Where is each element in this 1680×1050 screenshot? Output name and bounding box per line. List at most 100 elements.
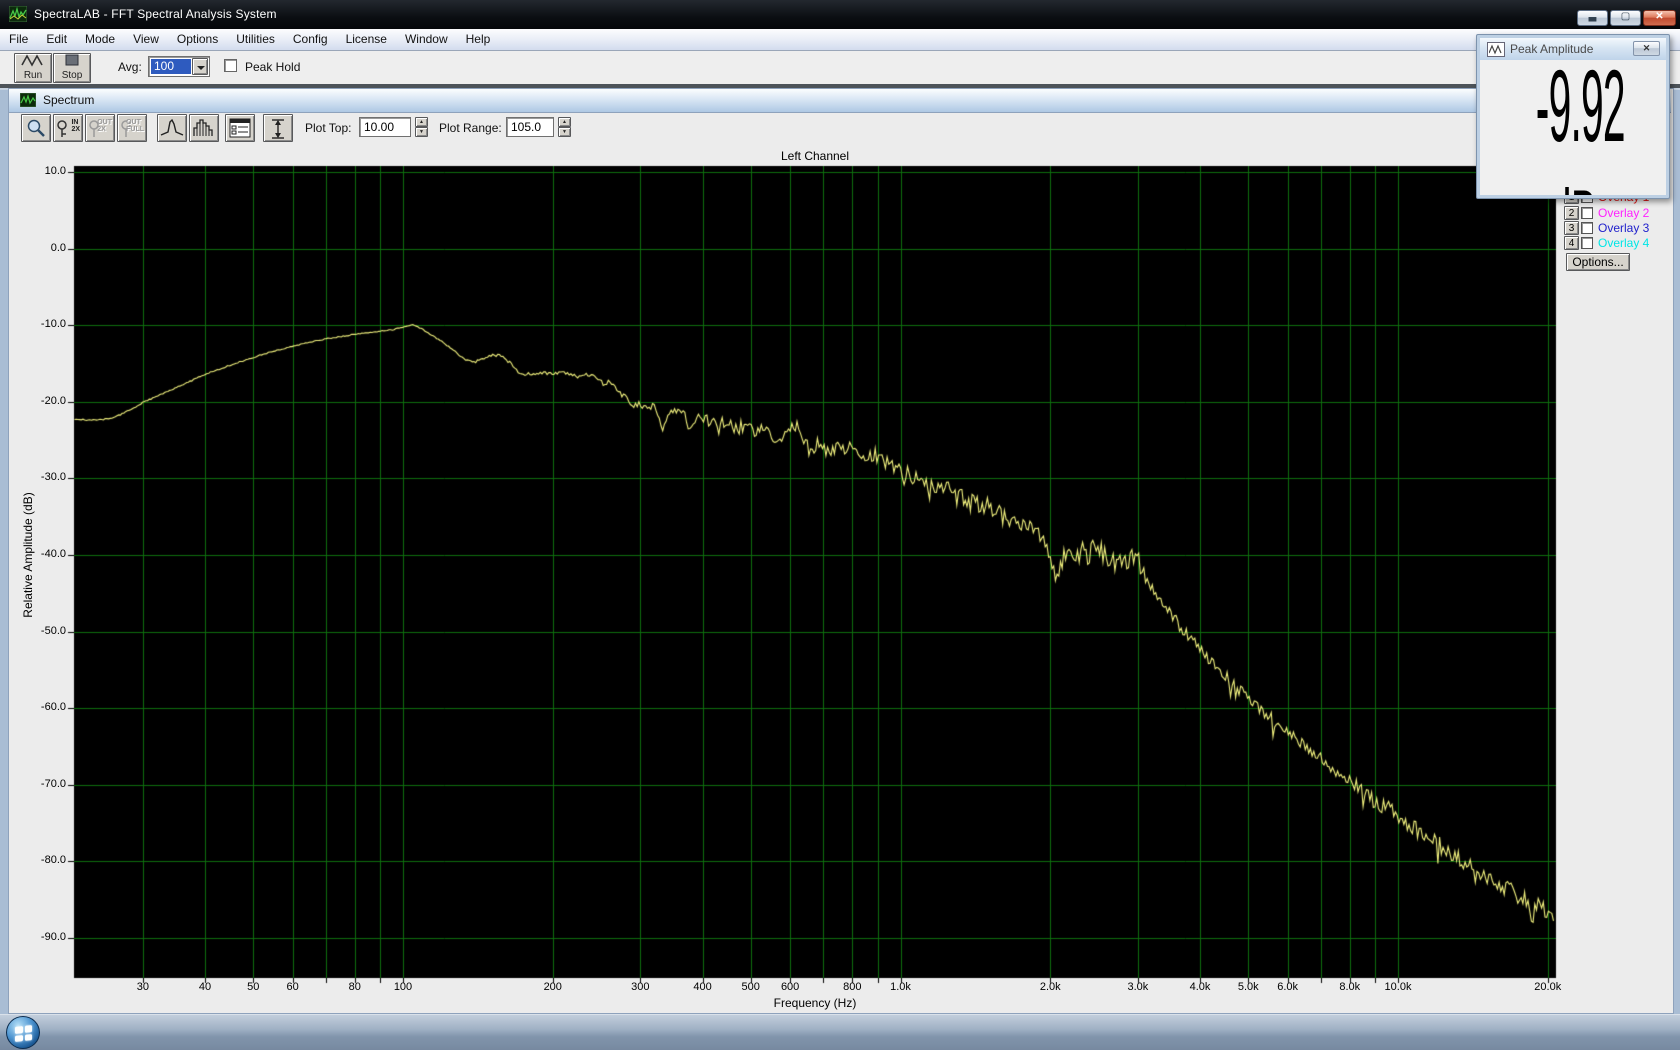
spectrum-window-icon bbox=[19, 92, 37, 108]
plot-top-label: Plot Top: bbox=[305, 121, 352, 135]
zoom-out-2x-button[interactable]: OUT 2X bbox=[85, 114, 115, 142]
avg-combobox[interactable]: 100 bbox=[148, 56, 210, 77]
spectrum-plot-canvas bbox=[10, 146, 1672, 1012]
overlay-checkbox-2[interactable] bbox=[1581, 207, 1593, 219]
x-tick-label: 4.0k bbox=[1189, 981, 1211, 993]
zoom-out-full-text: OUT FULL bbox=[126, 119, 144, 133]
peak-close-button[interactable]: ✕ bbox=[1633, 41, 1660, 56]
stop-button-label: Stop bbox=[61, 70, 83, 81]
y-tick-label: -90.0 bbox=[40, 931, 66, 943]
y-tick-label: -30.0 bbox=[40, 471, 66, 484]
x-tick-label: 300 bbox=[631, 981, 650, 993]
spinner-up-icon[interactable]: ▲ bbox=[558, 117, 571, 127]
avg-label: Avg: bbox=[118, 60, 142, 74]
y-tick-label: 0.0 bbox=[50, 241, 66, 254]
zoom-out-full-button[interactable]: OUT FULL bbox=[117, 114, 147, 142]
menu-item-mode[interactable]: Mode bbox=[76, 29, 124, 50]
menu-item-options[interactable]: Options bbox=[168, 29, 227, 50]
y-tick-label: 10.0 bbox=[44, 165, 66, 177]
overlay-label-4: Overlay 4 bbox=[1598, 236, 1650, 250]
spinner-down-icon[interactable]: ▼ bbox=[415, 127, 428, 137]
display-options-button[interactable] bbox=[225, 114, 255, 142]
overlay-select-button-2[interactable]: 2 bbox=[1564, 206, 1579, 220]
menu-item-help[interactable]: Help bbox=[457, 29, 500, 50]
spectrum-window-title: Spectrum bbox=[43, 93, 95, 107]
y-tick-label: -50.0 bbox=[40, 624, 66, 637]
window-titlebar: SpectraLAB - FFT Spectral Analysis Syste… bbox=[0, 0, 1680, 29]
overlay-checkbox-3[interactable] bbox=[1581, 222, 1593, 234]
plot-top-field[interactable]: 10.00 bbox=[359, 117, 411, 137]
y-tick-label: -10.0 bbox=[40, 318, 66, 331]
menu-item-file[interactable]: File bbox=[0, 29, 37, 50]
peak-amplitude-title: Peak Amplitude bbox=[1510, 42, 1594, 56]
x-tick-label: 3.0k bbox=[1127, 981, 1149, 993]
spectrum-toolbar: IN 2X OUT 2X OUT FULL Plot Top: 10.00 ▲ … bbox=[9, 113, 1671, 145]
y-tick-label: -80.0 bbox=[40, 854, 66, 867]
start-button[interactable] bbox=[6, 1016, 40, 1049]
x-tick-label: 30 bbox=[136, 981, 149, 993]
run-button-label: Run bbox=[23, 70, 43, 81]
overlay-select-button-4[interactable]: 4 bbox=[1564, 236, 1579, 250]
menu-item-window[interactable]: Window bbox=[396, 29, 457, 50]
maximize-icon: ▢ bbox=[1620, 11, 1631, 22]
magnifier-icon bbox=[27, 119, 45, 137]
close-icon: ✕ bbox=[1655, 11, 1664, 22]
bar-graph-mode-button[interactable] bbox=[189, 114, 219, 142]
x-tick-label: 40 bbox=[198, 981, 212, 993]
key-icon bbox=[57, 120, 67, 137]
overlay-options-button[interactable]: Options... bbox=[1566, 253, 1630, 271]
spectrum-curve-icon bbox=[160, 118, 184, 136]
app-icon bbox=[8, 5, 28, 23]
x-tick-label: 500 bbox=[741, 981, 760, 993]
x-tick-label: 5.0k bbox=[1237, 981, 1259, 993]
y-tick-label: -70.0 bbox=[40, 777, 66, 790]
overlay-label-2: Overlay 2 bbox=[1598, 206, 1650, 220]
spinner-down-icon[interactable]: ▼ bbox=[558, 127, 571, 137]
x-tick-label: 8.0k bbox=[1339, 981, 1361, 993]
x-tick-label: 6.0k bbox=[1277, 981, 1299, 993]
chart-title: Left Channel bbox=[780, 149, 850, 163]
stop-square-icon bbox=[65, 54, 79, 66]
y-tick-label: -40.0 bbox=[40, 548, 66, 560]
overlay-label-3: Overlay 3 bbox=[1598, 221, 1650, 235]
zoom-tool-button[interactable] bbox=[21, 114, 51, 142]
overlay-select-button-3[interactable]: 3 bbox=[1564, 221, 1579, 235]
close-button[interactable]: ✕ bbox=[1643, 10, 1676, 26]
minimize-button[interactable]: ▃ bbox=[1577, 10, 1608, 26]
x-tick-label: 20.0k bbox=[1534, 981, 1562, 993]
run-button[interactable]: Run bbox=[14, 53, 52, 83]
peak-hold-checkbox[interactable] bbox=[224, 59, 237, 72]
plot-range-field[interactable]: 105.0 bbox=[506, 117, 554, 137]
spectrum-curve-mode-button[interactable] bbox=[157, 114, 187, 142]
menu-item-view[interactable]: View bbox=[124, 29, 168, 50]
plot-range-spinner[interactable]: ▲ ▼ bbox=[558, 117, 571, 137]
menu-item-utilities[interactable]: Utilities bbox=[227, 29, 284, 50]
peak-amplitude-titlebar[interactable]: Peak Amplitude ✕ bbox=[1480, 38, 1666, 60]
plot-top-spinner[interactable]: ▲ ▼ bbox=[415, 117, 428, 137]
menu-item-edit[interactable]: Edit bbox=[37, 29, 76, 50]
x-tick-label: 60 bbox=[286, 981, 299, 993]
x-tick-label: 50 bbox=[247, 981, 260, 993]
x-tick-label: 400 bbox=[693, 981, 712, 993]
zoom-in-2x-button[interactable]: IN 2X bbox=[53, 114, 83, 142]
vertical-range-icon bbox=[272, 119, 284, 139]
taskbar bbox=[0, 1014, 1680, 1050]
menu-item-config[interactable]: Config bbox=[284, 29, 337, 50]
avg-dropdown-arrow[interactable] bbox=[192, 58, 208, 75]
spinner-up-icon[interactable]: ▲ bbox=[415, 117, 428, 127]
amplitude-range-button[interactable] bbox=[263, 114, 293, 142]
chevron-down-icon bbox=[197, 66, 205, 74]
maximize-button[interactable]: ▢ bbox=[1610, 10, 1641, 26]
peak-amplitude-value: -9.92 dB bbox=[1535, 60, 1626, 195]
x-axis-label: Frequency (Hz) bbox=[773, 996, 857, 1010]
x-tick-label: 2.0k bbox=[1039, 981, 1061, 993]
overlay-checkbox-4[interactable] bbox=[1581, 237, 1593, 249]
menu-item-license[interactable]: License bbox=[337, 29, 396, 50]
peak-amplitude-icon bbox=[1487, 42, 1505, 57]
x-tick-label: 80 bbox=[348, 981, 361, 993]
stop-button[interactable]: Stop bbox=[53, 53, 91, 83]
spectrum-titlebar[interactable]: Spectrum bbox=[9, 89, 1671, 113]
peak-amplitude-window[interactable]: Peak Amplitude ✕ -9.92 dB bbox=[1476, 34, 1670, 199]
x-tick-label: 100 bbox=[393, 981, 413, 993]
x-tick-label: 800 bbox=[843, 981, 862, 993]
